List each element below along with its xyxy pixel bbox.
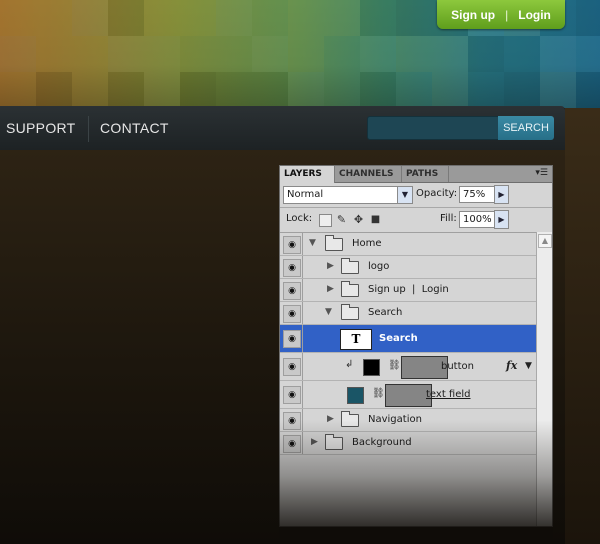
row-divider <box>302 353 303 380</box>
eye-icon[interactable]: ◉ <box>283 282 301 300</box>
layer-row-home[interactable]: ◉ ▼ Home <box>280 233 536 256</box>
collapse-triangle-icon[interactable]: ▶ <box>311 437 318 447</box>
row-divider <box>302 302 303 324</box>
collapse-triangle-icon[interactable]: ▶ <box>327 261 334 271</box>
folder-icon <box>325 434 343 450</box>
layers-panel: LAYERS CHANNELS PATHS ▾☰ Normal ▼ Opacit… <box>279 165 553 527</box>
folder-icon <box>341 411 359 427</box>
row-divider <box>302 279 303 301</box>
collapse-triangle-icon[interactable]: ▶ <box>327 414 334 424</box>
layer-row-search-text[interactable]: ◉ T Search <box>280 325 536 353</box>
layer-row-text-field[interactable]: ◉ ⛓ text field <box>280 381 536 409</box>
folder-icon <box>341 258 359 274</box>
layer-name: Home <box>352 238 382 249</box>
color-swatch <box>347 387 364 404</box>
nav-divider <box>88 116 89 142</box>
tab-paths[interactable]: PATHS <box>402 166 449 182</box>
opacity-label: Opacity: <box>416 188 458 199</box>
scroll-up-arrow-icon[interactable]: ▲ <box>538 234 552 248</box>
site-search-input[interactable] <box>367 116 501 140</box>
panel-tabbar: LAYERS CHANNELS PATHS ▾☰ <box>280 166 552 183</box>
layer-row-button[interactable]: ◉ ↲ ⛓ button fx ▼ <box>280 353 536 381</box>
layer-name: text field <box>426 389 471 400</box>
row-divider <box>302 233 303 255</box>
blend-mode-value: Normal <box>287 189 324 200</box>
folder-icon <box>325 235 343 251</box>
layers-scrollbar[interactable]: ▲ <box>536 232 552 526</box>
eye-icon[interactable]: ◉ <box>283 305 301 323</box>
blend-mode-select[interactable]: Normal ▼ <box>283 186 413 204</box>
layer-name: Background <box>352 437 412 448</box>
lock-label: Lock: <box>286 213 313 224</box>
layers-list: ◉ ▼ Home ◉ ▶ logo ◉ ▶ Sign up | Login ◉ … <box>280 232 536 526</box>
folder-icon <box>341 304 359 320</box>
row-divider <box>302 432 303 454</box>
eye-icon[interactable]: ◉ <box>283 259 301 277</box>
tab-layers[interactable]: LAYERS <box>280 166 335 183</box>
chevron-down-icon[interactable]: ▼ <box>397 187 412 203</box>
fill-label: Fill: <box>440 213 457 224</box>
eye-icon[interactable]: ◉ <box>283 330 301 348</box>
row-divider <box>302 381 303 408</box>
layer-row-search-group[interactable]: ◉ ▼ Search <box>280 302 536 325</box>
eye-icon[interactable]: ◉ <box>283 386 301 404</box>
layer-name: Search <box>379 333 418 344</box>
nav-support[interactable]: SUPPORT <box>6 120 76 136</box>
folder-icon <box>341 281 359 297</box>
layer-row-background[interactable]: ◉ ▶ Background <box>280 432 536 455</box>
signup-login-box: Sign up | Login <box>437 0 565 29</box>
fill-slider-arrow-icon[interactable]: ▶ <box>494 210 509 229</box>
layer-row-logo[interactable]: ◉ ▶ logo <box>280 256 536 279</box>
layer-row-navigation[interactable]: ◉ ▶ Navigation <box>280 409 536 432</box>
clipping-arrow-icon: ↲ <box>345 359 354 370</box>
auth-separator: | <box>505 7 509 22</box>
row-divider <box>302 256 303 278</box>
tab-channels[interactable]: CHANNELS <box>335 166 402 182</box>
effects-dropdown-icon[interactable]: ▼ <box>525 361 532 371</box>
eye-icon[interactable]: ◉ <box>283 435 301 453</box>
expand-triangle-icon[interactable]: ▼ <box>309 238 316 248</box>
link-chain-icon[interactable]: ⛓ <box>372 388 385 399</box>
layer-name: Search <box>368 307 403 318</box>
row-divider <box>302 325 303 352</box>
eye-icon[interactable]: ◉ <box>283 412 301 430</box>
eye-icon[interactable]: ◉ <box>283 236 301 254</box>
lock-transparent-icon[interactable] <box>319 214 332 227</box>
vector-mask-thumbnail <box>385 384 432 407</box>
layer-name: logo <box>368 261 390 272</box>
opacity-slider-arrow-icon[interactable]: ▶ <box>494 185 509 204</box>
eye-icon[interactable]: ◉ <box>283 358 301 376</box>
login-link[interactable]: Login <box>518 8 551 22</box>
fx-icon[interactable]: fx <box>506 359 517 372</box>
lock-all-icon[interactable]: ■ <box>370 214 381 225</box>
layer-name: Sign up | Login <box>368 284 449 295</box>
nav-contact[interactable]: CONTACT <box>100 120 169 136</box>
site-search-button[interactable]: SEARCH <box>498 116 554 140</box>
row-divider <box>302 409 303 431</box>
panel-divider <box>280 207 552 208</box>
lock-image-brush-icon[interactable]: ✎ <box>336 214 347 225</box>
layer-row-signup-login[interactable]: ◉ ▶ Sign up | Login <box>280 279 536 302</box>
site-edge-strip <box>565 108 600 544</box>
text-layer-icon: T <box>340 329 372 350</box>
expand-triangle-icon[interactable]: ▼ <box>325 307 332 317</box>
panel-menu-icon[interactable]: ▾☰ <box>535 168 548 178</box>
layer-name: button <box>441 361 474 372</box>
collapse-triangle-icon[interactable]: ▶ <box>327 284 334 294</box>
lock-position-move-icon[interactable]: ✥ <box>353 214 364 225</box>
signup-link[interactable]: Sign up <box>451 8 495 22</box>
color-swatch <box>363 359 380 376</box>
link-chain-icon[interactable]: ⛓ <box>388 360 401 371</box>
layer-name: Navigation <box>368 414 422 425</box>
